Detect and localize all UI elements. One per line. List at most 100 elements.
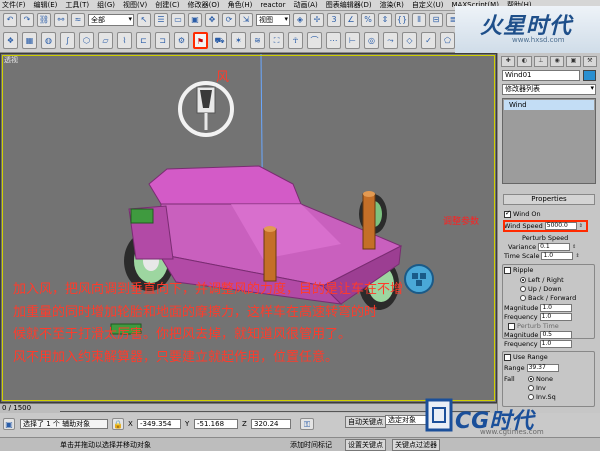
bind-space-warp-icon[interactable]: ≈ bbox=[71, 12, 85, 27]
check-properties-icon[interactable]: ✓ bbox=[421, 31, 436, 49]
frequency2-field[interactable]: 1.0 bbox=[539, 340, 572, 348]
y-coordinate-field[interactable]: -51.168 bbox=[194, 419, 238, 429]
rect-selection-icon[interactable]: ▭ bbox=[171, 12, 185, 27]
display-tab-icon[interactable]: ▣ bbox=[566, 56, 581, 67]
utilities-tab-icon[interactable]: ⚒ bbox=[582, 56, 597, 67]
window-crossing-icon[interactable]: ▣ bbox=[188, 12, 202, 27]
fall-option-inv-sq[interactable]: Inv.Sq bbox=[528, 393, 556, 401]
menu-reactor[interactable]: reactor bbox=[260, 1, 285, 9]
left-right-radio[interactable] bbox=[520, 277, 526, 283]
cloth-collection-icon[interactable]: ▦ bbox=[22, 31, 37, 49]
point-path-constraint-icon[interactable]: ⤳ bbox=[383, 31, 398, 49]
manipulate-icon[interactable]: ✢ bbox=[310, 12, 324, 27]
menu-modifiers[interactable]: 修改器(O) bbox=[188, 0, 220, 10]
water-icon[interactable]: ≋ bbox=[250, 31, 265, 49]
menu-view[interactable]: 视图(V) bbox=[123, 0, 147, 10]
deforming-mesh-icon[interactable]: ⬡ bbox=[79, 31, 94, 49]
wind-icon[interactable]: ⚑ bbox=[193, 31, 208, 49]
motor-icon[interactable]: ⚙ bbox=[174, 31, 189, 49]
modifier-list-dropdown[interactable]: 修改器列表 bbox=[502, 84, 596, 95]
menu-rendering[interactable]: 渲染(R) bbox=[380, 0, 404, 10]
z-coordinate-field[interactable]: 320.24 bbox=[251, 419, 291, 429]
snap-icon[interactable]: 3 bbox=[327, 12, 341, 27]
up-down-radio[interactable] bbox=[520, 286, 526, 292]
auto-key-button[interactable]: 自动关键点 bbox=[345, 416, 386, 428]
percent-snap-icon[interactable]: % bbox=[361, 12, 375, 27]
align-icon[interactable]: ⊟ bbox=[429, 12, 443, 27]
menu-group[interactable]: 组(G) bbox=[97, 0, 115, 10]
set-key-button[interactable]: 设置关键点 bbox=[345, 439, 386, 451]
fall-none-radio[interactable] bbox=[528, 376, 534, 382]
properties-rollout-header[interactable]: Properties bbox=[503, 194, 595, 205]
modify-tab-icon[interactable]: ◐ bbox=[517, 56, 532, 67]
range-field[interactable]: 39.37 bbox=[526, 364, 559, 372]
select-rotate-icon[interactable]: ⟳ bbox=[222, 12, 236, 27]
magnitude-field[interactable]: 1.0 bbox=[540, 304, 573, 312]
fracture-icon[interactable]: ✶ bbox=[231, 31, 246, 49]
selection-filter-dropdown[interactable]: 全部 bbox=[88, 13, 134, 26]
selected-object-dropdown[interactable]: 选定对象 bbox=[385, 415, 427, 425]
menu-customize[interactable]: 自定义(U) bbox=[412, 0, 444, 10]
toy-car-icon[interactable]: ⛟ bbox=[212, 31, 227, 49]
ripple-checkbox[interactable] bbox=[504, 266, 511, 274]
angular-dashpot-icon[interactable]: ⊐ bbox=[155, 31, 170, 49]
mirror-icon[interactable]: ⫴ bbox=[412, 12, 426, 27]
reference-coord-dropdown[interactable]: 视图 bbox=[256, 13, 290, 26]
wind-speed-spinner-icon[interactable]: ⇕ bbox=[579, 223, 583, 229]
magnitude2-field[interactable]: 0.5 bbox=[540, 331, 573, 339]
variance-spinner-icon[interactable]: ⇕ bbox=[572, 244, 576, 250]
time-scale-spinner-icon[interactable]: ⇕ bbox=[575, 253, 579, 259]
hierarchy-tab-icon[interactable]: ⊥ bbox=[533, 56, 548, 67]
fall-inv-sq-radio[interactable] bbox=[528, 394, 534, 400]
wind-on-row[interactable]: Wind On bbox=[504, 209, 541, 218]
car-wheel-constraint-icon[interactable]: ◎ bbox=[364, 31, 379, 49]
link-icon[interactable]: ⛓ bbox=[37, 12, 51, 27]
back-forward-radio[interactable] bbox=[520, 295, 526, 301]
wind-on-checkbox[interactable] bbox=[504, 209, 511, 218]
use-range-checkbox[interactable] bbox=[504, 353, 511, 361]
menu-create[interactable]: 创建(C) bbox=[155, 0, 179, 10]
spring-icon[interactable]: ⌇ bbox=[117, 31, 132, 49]
viewport-label[interactable]: 透视 bbox=[4, 55, 18, 65]
select-move-icon[interactable]: ✥ bbox=[205, 12, 219, 27]
modifier-stack[interactable]: Wind bbox=[502, 98, 596, 184]
linear-dashpot-icon[interactable]: ⊏ bbox=[136, 31, 151, 49]
ripple-option-up-down[interactable]: Up / Down bbox=[520, 285, 562, 293]
lock-selection-icon[interactable]: 🔒 bbox=[112, 418, 124, 430]
rope-collection-icon[interactable]: ∫ bbox=[60, 31, 75, 49]
prismatic-constraint-icon[interactable]: ⊢ bbox=[345, 31, 360, 49]
use-range-row[interactable]: Use Range bbox=[504, 353, 548, 361]
soft-body-collection-icon[interactable]: ◍ bbox=[41, 31, 56, 49]
ripple-row[interactable]: Ripple bbox=[504, 266, 533, 274]
wind-speed-field[interactable]: 5000.0 bbox=[544, 222, 577, 230]
named-selection-icon[interactable]: {} bbox=[395, 12, 409, 27]
create-tab-icon[interactable]: ✚ bbox=[501, 56, 516, 67]
select-object-icon[interactable]: ↖ bbox=[137, 12, 151, 27]
fall-option-inv[interactable]: Inv bbox=[528, 384, 546, 392]
undo-icon[interactable]: ↶ bbox=[3, 12, 17, 27]
pivot-center-icon[interactable]: ◈ bbox=[293, 12, 307, 27]
perturb-time-row[interactable]: Perturb Time bbox=[508, 322, 559, 330]
select-scale-icon[interactable]: ⇲ bbox=[239, 12, 253, 27]
frequency-field[interactable]: 1.0 bbox=[539, 313, 572, 321]
unlink-icon[interactable]: ⚯ bbox=[54, 12, 68, 27]
object-name-field[interactable]: Wind01 bbox=[502, 70, 580, 81]
rigid-body-collection-icon[interactable]: ❖ bbox=[3, 31, 18, 49]
hinge-constraint-icon[interactable]: ⌒ bbox=[307, 31, 322, 49]
object-color-swatch[interactable] bbox=[583, 70, 596, 81]
redo-icon[interactable]: ↷ bbox=[20, 12, 34, 27]
x-coordinate-field[interactable]: -349.354 bbox=[137, 419, 181, 429]
select-by-name-icon[interactable]: ☰ bbox=[154, 12, 168, 27]
menu-character[interactable]: 角色(H) bbox=[228, 0, 253, 10]
menu-graph-editors[interactable]: 图表编辑器(D) bbox=[326, 0, 372, 10]
menu-file[interactable]: 文件(F) bbox=[2, 0, 26, 10]
key-filters-button[interactable]: 关键点过滤器 bbox=[392, 439, 440, 451]
menu-edit[interactable]: 编辑(E) bbox=[34, 0, 58, 10]
convexity-test-icon[interactable]: ⬠ bbox=[440, 31, 455, 49]
plane-icon[interactable]: ▱ bbox=[98, 31, 113, 49]
listener-icon[interactable]: ▣ bbox=[3, 418, 15, 430]
time-scale-field[interactable]: 1.0 bbox=[541, 252, 574, 260]
ripple-option-left-right[interactable]: Left / Right bbox=[520, 276, 564, 284]
rag-doll-constraint-icon[interactable]: ☥ bbox=[288, 31, 303, 49]
stack-item-wind[interactable]: Wind bbox=[504, 100, 594, 110]
